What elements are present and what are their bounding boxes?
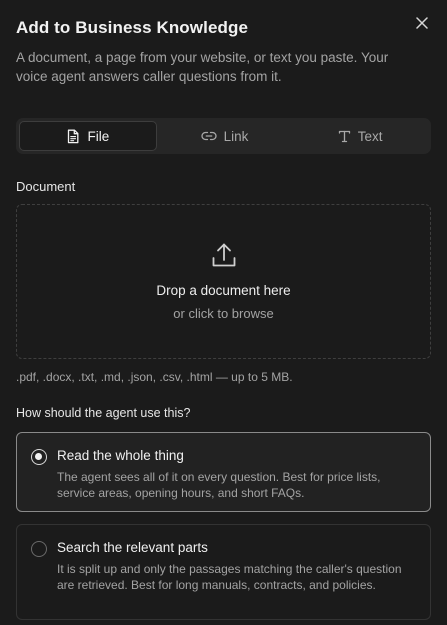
option-read-whole[interactable]: Read the whole thing The agent sees all …: [16, 432, 431, 512]
tab-link[interactable]: Link: [157, 121, 293, 151]
document-dropzone[interactable]: Drop a document here or click to browse: [16, 204, 431, 359]
option-search-relevant-description: It is split up and only the passages mat…: [57, 562, 402, 592]
add-knowledge-dialog: Add to Business Knowledge A document, a …: [0, 0, 447, 625]
upload-icon: [212, 243, 235, 267]
source-tabs: File Link Text: [16, 118, 431, 154]
radio-search-relevant[interactable]: [31, 541, 47, 557]
text-icon: [338, 130, 350, 142]
dialog-title: Add to Business Knowledge: [16, 18, 249, 37]
radio-read-whole[interactable]: [31, 449, 47, 465]
option-read-whole-description: The agent sees all of it on every questi…: [57, 470, 381, 500]
file-icon: [68, 129, 79, 143]
close-icon: [416, 17, 428, 29]
usage-question: How should the agent use this?: [16, 406, 191, 420]
option-search-relevant[interactable]: Search the relevant parts It is split up…: [16, 524, 431, 620]
document-label: Document: [16, 179, 76, 194]
dialog-subtitle: A document, a page from your website, or…: [16, 50, 389, 84]
tab-text-label: Text: [357, 128, 383, 144]
tab-link-label: Link: [223, 128, 249, 144]
close-button[interactable]: [413, 14, 431, 32]
link-icon: [200, 131, 217, 141]
dropzone-title: Drop a document here: [156, 283, 291, 298]
file-types-hint: .pdf, .docx, .txt, .md, .json, .csv, .ht…: [16, 370, 293, 384]
dropzone-browse-text[interactable]: or click to browse: [173, 306, 273, 321]
tab-file-label: File: [87, 128, 110, 144]
tab-file[interactable]: File: [19, 121, 157, 151]
option-read-whole-title: Read the whole thing: [57, 448, 184, 463]
option-search-relevant-title: Search the relevant parts: [57, 540, 208, 555]
tab-text[interactable]: Text: [292, 121, 428, 151]
